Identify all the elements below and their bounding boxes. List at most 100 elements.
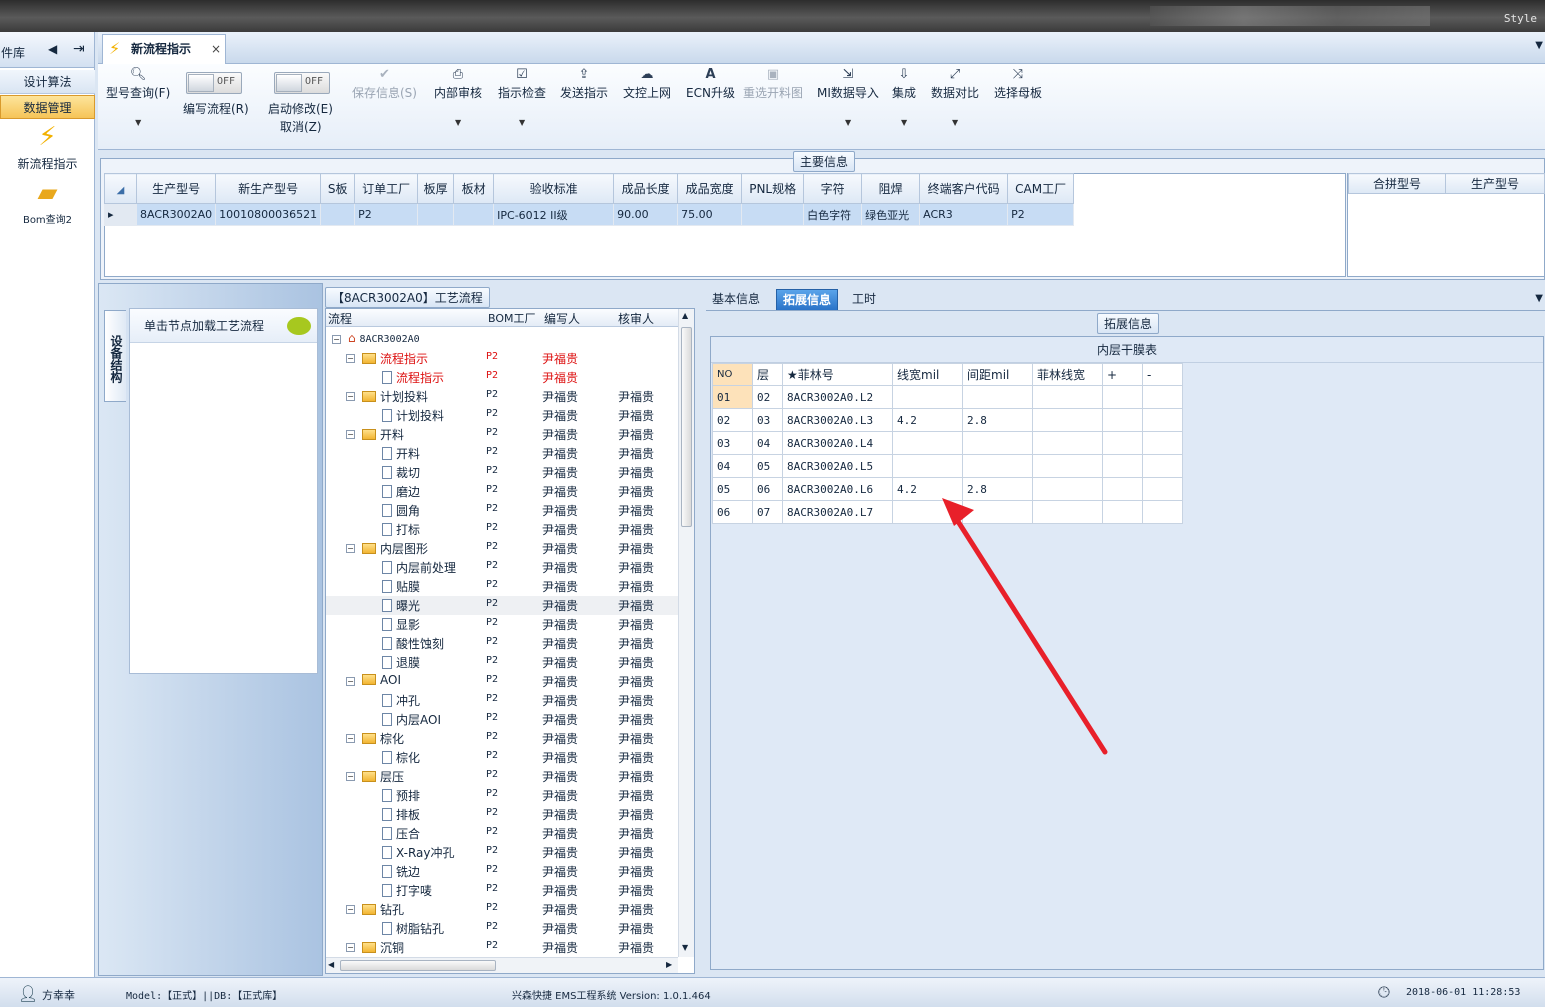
style-menu[interactable]: Style bbox=[1504, 12, 1537, 25]
start-edit-toggle[interactable]: OFF bbox=[274, 72, 330, 94]
table-cell[interactable]: 05 bbox=[752, 454, 783, 478]
table-cell[interactable]: 8ACR3002A0.L2 bbox=[782, 385, 893, 409]
table-cell[interactable]: 06 bbox=[752, 477, 783, 501]
tree-row[interactable]: 排板 P2 尹福贵 尹福贵 bbox=[326, 805, 678, 824]
table-cell[interactable]: 03 bbox=[752, 408, 783, 432]
table-cell[interactable] bbox=[1142, 477, 1183, 501]
column-header[interactable]: 生产型号 bbox=[1445, 173, 1545, 194]
tree-row[interactable]: 棕化 P2 尹福贵 尹福贵 bbox=[326, 748, 678, 767]
table-cell[interactable]: ACR3 bbox=[919, 203, 1009, 226]
write-flow-toggle[interactable]: OFF bbox=[186, 72, 242, 94]
tab-menu-dropdown-icon[interactable]: ▼ bbox=[1535, 293, 1543, 304]
table-cell[interactable]: P2 bbox=[354, 203, 419, 226]
table-cell[interactable] bbox=[1102, 431, 1143, 455]
collapse-node-icon[interactable]: − bbox=[346, 677, 355, 686]
column-header[interactable]: 菲林线宽 bbox=[1032, 363, 1103, 386]
tree-row[interactable]: − 计划投料 P2 尹福贵 尹福贵 bbox=[326, 387, 678, 406]
table-cell[interactable]: 8ACR3002A0.L3 bbox=[782, 408, 893, 432]
tree-row[interactable]: − 层压 P2 尹福贵 尹福贵 bbox=[326, 767, 678, 786]
close-tab-icon[interactable]: × bbox=[211, 35, 221, 63]
column-header[interactable]: 阻焊 bbox=[861, 173, 921, 204]
column-header[interactable]: 新生产型号 bbox=[215, 173, 322, 204]
column-header[interactable]: 合拼型号 bbox=[1347, 173, 1447, 194]
tree-row[interactable]: 圆角 P2 尹福贵 尹福贵 bbox=[326, 501, 678, 520]
column-header[interactable]: NO bbox=[712, 363, 753, 386]
tree-row[interactable]: 计划投料 P2 尹福贵 尹福贵 bbox=[326, 406, 678, 425]
column-header[interactable]: 流程 bbox=[328, 310, 352, 327]
table-cell[interactable]: 白色字符 bbox=[803, 203, 863, 226]
table-cell[interactable]: 4.2 bbox=[892, 408, 963, 432]
table-cell[interactable]: 2.8 bbox=[962, 408, 1033, 432]
collapse-node-icon[interactable]: − bbox=[346, 430, 355, 439]
table-cell[interactable]: 75.00 bbox=[677, 203, 743, 226]
table-row[interactable]: 01 02 8ACR3002A0.L2 bbox=[712, 385, 1183, 409]
table-cell[interactable]: 90.00 bbox=[613, 203, 679, 226]
scroll-left-icon[interactable]: ◀ bbox=[328, 960, 334, 969]
column-header[interactable]: 层 bbox=[752, 363, 783, 386]
reselect-cutting-button[interactable]: ▣ 重选开料图 bbox=[743, 66, 803, 101]
table-cell[interactable] bbox=[1142, 431, 1183, 455]
tree-row[interactable]: 显影 P2 尹福贵 尹福贵 bbox=[326, 615, 678, 634]
tree-row[interactable]: 压合 P2 尹福贵 尹福贵 bbox=[326, 824, 678, 843]
ecn-upgrade-button[interactable]: A ECN升级 bbox=[686, 66, 735, 101]
table-row[interactable]: 02 03 8ACR3002A0.L3 4.2 2.8 bbox=[712, 408, 1183, 432]
column-header[interactable]: 板材 bbox=[453, 173, 495, 204]
remove-column-header[interactable]: - bbox=[1142, 363, 1183, 386]
table-cell[interactable] bbox=[962, 454, 1033, 478]
collapse-node-icon[interactable]: − bbox=[346, 772, 355, 781]
table-cell[interactable]: 01 bbox=[712, 385, 753, 409]
add-column-header[interactable]: + bbox=[1102, 363, 1143, 386]
tree-row[interactable]: − 内层图形 P2 尹福贵 尹福贵 bbox=[326, 539, 678, 558]
column-header[interactable]: 核审人 bbox=[618, 310, 654, 327]
table-cell[interactable] bbox=[320, 203, 356, 226]
column-header[interactable]: 线宽mil bbox=[892, 363, 963, 386]
table-cell[interactable] bbox=[962, 385, 1033, 409]
table-cell[interactable]: 05 bbox=[712, 477, 753, 501]
column-header[interactable]: BOM工厂 bbox=[488, 310, 536, 326]
scroll-right-icon[interactable]: ▶ bbox=[666, 960, 672, 969]
table-cell[interactable]: IPC-6012 II级 bbox=[493, 203, 615, 226]
doc-upload-button[interactable]: ☁ 文控上网 bbox=[623, 66, 671, 101]
table-cell[interactable]: 04 bbox=[712, 454, 753, 478]
table-row[interactable]: 03 04 8ACR3002A0.L4 bbox=[712, 431, 1183, 455]
tree-row[interactable]: 退膜 P2 尹福贵 尹福贵 bbox=[326, 653, 678, 672]
nav-design-algorithm[interactable]: 设计算法 bbox=[0, 70, 95, 94]
table-cell[interactable]: 绿色亚光 bbox=[861, 203, 921, 226]
table-cell[interactable] bbox=[892, 431, 963, 455]
column-header[interactable]: 成品长度 bbox=[613, 173, 679, 204]
tree-row[interactable]: 冲孔 P2 尹福贵 尹福贵 bbox=[326, 691, 678, 710]
table-cell[interactable] bbox=[1032, 408, 1103, 432]
tree-vertical-scrollbar[interactable]: ▲ ▼ bbox=[678, 309, 694, 957]
column-header[interactable]: S板 bbox=[320, 173, 356, 204]
table-cell[interactable] bbox=[1032, 431, 1103, 455]
tree-row[interactable]: − 流程指示 P2 尹福贵 bbox=[326, 349, 678, 368]
integrate-button[interactable]: ⇩ 集成 ▼ bbox=[892, 66, 916, 127]
table-cell[interactable]: P2 bbox=[1007, 203, 1075, 226]
table-row[interactable]: 04 05 8ACR3002A0.L5 bbox=[712, 454, 1183, 478]
tab-equipment-structure[interactable]: 设备结构 bbox=[104, 310, 126, 402]
column-header[interactable]: 生产型号 bbox=[135, 173, 217, 204]
tree-row[interactable]: − 开料 P2 尹福贵 尹福贵 bbox=[326, 425, 678, 444]
column-header[interactable]: 间距mil bbox=[962, 363, 1033, 386]
column-header[interactable]: ★菲林号 bbox=[782, 363, 893, 386]
table-row[interactable]: ▸ 8ACR3002A0 10010800036521 P2 IPC-6012 … bbox=[104, 203, 1075, 226]
table-cell[interactable]: 8ACR3002A0.L6 bbox=[782, 477, 893, 501]
column-header[interactable]: 终端客户代码 bbox=[919, 173, 1009, 204]
internal-review-button[interactable]: ⎙ 内部审核 ▼ bbox=[434, 66, 482, 127]
table-cell[interactable]: 04 bbox=[752, 431, 783, 455]
tree-row[interactable]: 树脂钻孔 P2 尹福贵 尹福贵 bbox=[326, 919, 678, 938]
tree-row[interactable]: − 钻孔 P2 尹福贵 尹福贵 bbox=[326, 900, 678, 919]
tree-root-row[interactable]: − ⌂ 8ACR3002A0 bbox=[326, 330, 678, 349]
table-cell[interactable] bbox=[1142, 500, 1183, 524]
logout-icon[interactable]: ⇥ bbox=[73, 41, 85, 57]
mi-import-button[interactable]: ⇲ MI数据导入 ▼ bbox=[817, 66, 879, 127]
collapse-node-icon[interactable]: − bbox=[332, 335, 341, 344]
tree-row[interactable]: 内层前处理 P2 尹福贵 尹福贵 bbox=[326, 558, 678, 577]
tree-row[interactable]: − 沉铜 P2 尹福贵 尹福贵 bbox=[326, 938, 678, 957]
table-cell[interactable]: 8ACR3002A0.L5 bbox=[782, 454, 893, 478]
tree-row[interactable]: 打字唛 P2 尹福贵 尹福贵 bbox=[326, 881, 678, 900]
collapse-node-icon[interactable]: − bbox=[346, 905, 355, 914]
table-cell[interactable] bbox=[1032, 454, 1103, 478]
tab-basic-info[interactable]: 基本信息 bbox=[706, 289, 766, 311]
table-cell[interactable] bbox=[1032, 385, 1103, 409]
